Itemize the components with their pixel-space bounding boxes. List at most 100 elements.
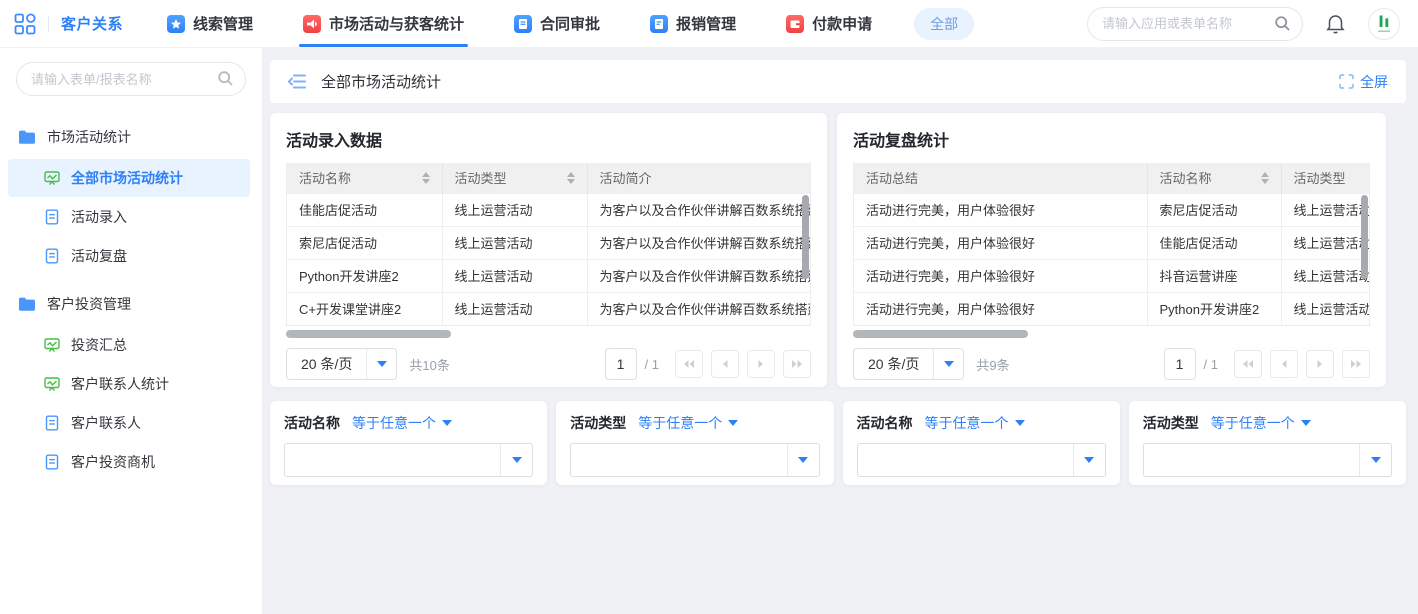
total-count: 共9条	[976, 355, 1009, 374]
total-pages: / 1	[1204, 357, 1218, 372]
form-icon	[44, 415, 60, 431]
filter-card-activity-name-1: 活动名称 等于任意一个	[270, 401, 547, 485]
column-header[interactable]: 活动类型	[442, 163, 587, 193]
sidebar-item-activity-entry[interactable]: 活动录入	[8, 198, 250, 236]
next-page-button[interactable]	[1306, 350, 1334, 378]
sidebar-item-contacts[interactable]: 客户联系人	[8, 404, 250, 442]
tab-hetong[interactable]: 合同审批	[514, 0, 600, 47]
filter-value-select[interactable]	[857, 443, 1106, 477]
filter-value-select[interactable]	[1143, 443, 1392, 477]
folder-icon	[18, 129, 36, 145]
prev-page-button[interactable]	[1270, 350, 1298, 378]
filter-field-label: 活动名称	[284, 413, 340, 433]
apps-grid-icon[interactable]	[14, 13, 36, 35]
filter-value-select[interactable]	[570, 443, 819, 477]
table-row[interactable]: Python开发讲座2线上运营活动为客户以及合作伙伴讲解百数系统搭建	[287, 259, 810, 292]
column-header[interactable]: 活动简介	[587, 163, 810, 193]
first-page-button[interactable]	[1234, 350, 1262, 378]
form-search	[16, 62, 246, 96]
sidebar-group-investment[interactable]: 客户投资管理	[0, 283, 262, 325]
tab-fukuan[interactable]: 付款申请	[786, 0, 872, 47]
table-row[interactable]: 活动进行完美，用户体验很好Python开发讲座2线上运营活动	[854, 292, 1369, 325]
column-header[interactable]: 活动总结	[854, 163, 1147, 193]
fullscreen-button[interactable]: 全屏	[1339, 72, 1388, 92]
filter-card-activity-type-1: 活动类型 等于任意一个	[556, 401, 833, 485]
table-activity-review: 活动总结 活动名称 活动类型 活动进行完美，用户体验很好索尼店促活动线上运营活动…	[853, 163, 1370, 326]
sidebar-group-market[interactable]: 市场活动统计	[0, 116, 262, 158]
avatar[interactable]	[1368, 8, 1400, 40]
item-label: 投资汇总	[71, 335, 127, 355]
search-icon	[217, 70, 234, 87]
table-row[interactable]: C+开发课堂讲座2线上运营活动为客户以及合作伙伴讲解百数系统搭建	[287, 292, 810, 325]
last-page-button[interactable]	[1342, 350, 1370, 378]
column-header[interactable]: 活动类型	[1281, 163, 1369, 193]
vertical-scrollbar[interactable]	[802, 195, 809, 279]
pagination: 20 条/页 共10条 1 / 1	[286, 348, 811, 380]
app-search-input[interactable]	[1087, 7, 1303, 41]
notification-bell-icon[interactable]	[1325, 13, 1346, 34]
sidebar-item-all-market-stats[interactable]: 全部市场活动统计	[8, 159, 250, 197]
tab-shichang-active[interactable]: 市场活动与获客统计	[303, 0, 464, 47]
vertical-scrollbar[interactable]	[1361, 195, 1368, 279]
app-title[interactable]: 客户关系	[61, 13, 123, 34]
chevron-down-icon	[1073, 444, 1105, 476]
form-search-input[interactable]	[16, 62, 246, 96]
tab-label: 合同审批	[540, 13, 600, 34]
table-row[interactable]: 活动进行完美，用户体验很好佳能店促活动线上运营活动	[854, 226, 1369, 259]
search-icon	[1274, 15, 1291, 32]
next-page-button[interactable]	[747, 350, 775, 378]
card-title: 活动录入数据	[286, 127, 811, 151]
fullscreen-icon	[1339, 74, 1354, 89]
sidebar-item-contact-stats[interactable]: 客户联系人统计	[8, 365, 250, 403]
sort-icon[interactable]	[422, 172, 430, 184]
page-number-input[interactable]: 1	[605, 348, 637, 380]
sidebar-item-investment-opportunity[interactable]: 客户投资商机	[8, 443, 250, 481]
all-apps-pill[interactable]: 全部	[914, 8, 974, 40]
last-page-button[interactable]	[783, 350, 811, 378]
collapse-sidebar-icon[interactable]	[288, 73, 307, 90]
column-header[interactable]: 活动名称	[287, 163, 442, 193]
sort-icon[interactable]	[1261, 172, 1269, 184]
table-row[interactable]: 索尼店促活动线上运营活动为客户以及合作伙伴讲解百数系统搭建	[287, 226, 810, 259]
page-size-select[interactable]: 20 条/页	[853, 348, 964, 380]
receipt-icon	[650, 15, 668, 33]
page-size-select[interactable]: 20 条/页	[286, 348, 397, 380]
form-icon	[44, 454, 60, 470]
filter-operator[interactable]: 等于任意一个	[925, 413, 1025, 433]
prev-page-button[interactable]	[711, 350, 739, 378]
tab-label: 线索管理	[193, 13, 253, 34]
total-count: 共10条	[409, 355, 449, 374]
card-title: 活动复盘统计	[853, 127, 1370, 151]
filter-value-select[interactable]	[284, 443, 533, 477]
page-number-input[interactable]: 1	[1164, 348, 1196, 380]
page-title: 全部市场活动统计	[321, 71, 441, 92]
card-activity-entry-data: 活动录入数据 活动名称 活动类型 活动简介	[270, 113, 827, 387]
sidebar-item-activity-review[interactable]: 活动复盘	[8, 237, 250, 275]
first-page-button[interactable]	[675, 350, 703, 378]
horizontal-scrollbar[interactable]	[286, 330, 451, 338]
tab-baoxiao[interactable]: 报销管理	[650, 0, 736, 47]
tab-xiansuo[interactable]: 线索管理	[167, 0, 253, 47]
item-label: 活动复盘	[71, 246, 127, 266]
column-header[interactable]: 活动名称	[1147, 163, 1281, 193]
filter-operator[interactable]: 等于任意一个	[352, 413, 452, 433]
total-pages: / 1	[645, 357, 659, 372]
table-row[interactable]: 佳能店促活动线上运营活动为客户以及合作伙伴讲解百数系统搭建	[287, 193, 810, 226]
megaphone-icon	[303, 15, 321, 33]
table-header-row: 活动名称 活动类型 活动简介	[287, 163, 810, 193]
chevron-down-icon	[1301, 420, 1311, 426]
chevron-down-icon	[1015, 420, 1025, 426]
pagination: 20 条/页 共9条 1 / 1	[853, 348, 1370, 380]
chevron-down-icon	[366, 349, 396, 379]
filter-operator[interactable]: 等于任意一个	[1211, 413, 1311, 433]
filter-field-label: 活动名称	[857, 413, 913, 433]
sidebar-item-investment-summary[interactable]: 投资汇总	[8, 326, 250, 364]
table-row[interactable]: 活动进行完美，用户体验很好索尼店促活动线上运营活动	[854, 193, 1369, 226]
table-row[interactable]: 活动进行完美，用户体验很好抖音运营讲座线上运营活动	[854, 259, 1369, 292]
horizontal-scrollbar-track	[853, 329, 1370, 339]
filter-operator[interactable]: 等于任意一个	[638, 413, 738, 433]
horizontal-scrollbar-track	[286, 329, 811, 339]
sort-icon[interactable]	[567, 172, 575, 184]
horizontal-scrollbar[interactable]	[853, 330, 1028, 338]
filter-card-activity-name-2: 活动名称 等于任意一个	[843, 401, 1120, 485]
